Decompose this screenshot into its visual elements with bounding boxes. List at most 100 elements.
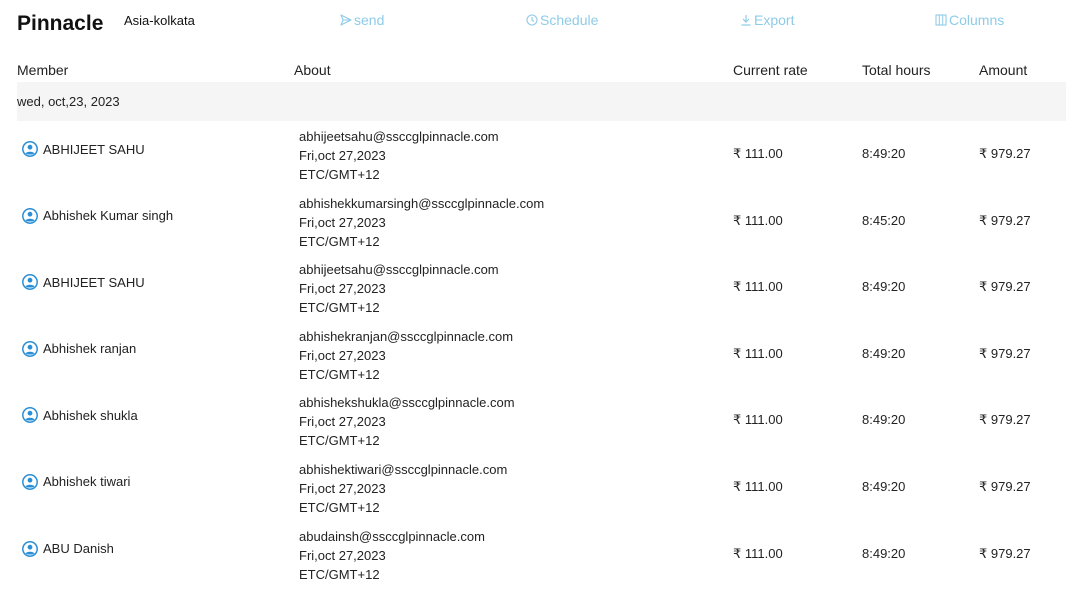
about-cell: abhijeetsahu@ssccglpinnacle.com Fri,oct … <box>299 260 499 317</box>
columns-icon <box>935 14 947 26</box>
brand-title: Pinnacle <box>17 12 104 35</box>
table-row[interactable]: Abhishek ranjan abhishekranjan@ssccglpin… <box>17 322 1066 389</box>
member-cell[interactable]: Abhishek shukla <box>22 407 138 424</box>
member-cell[interactable]: Abhishek ranjan <box>22 340 137 357</box>
member-cell[interactable]: ABU Danish <box>22 540 114 557</box>
total-hours-cell: 8:49:20 <box>862 345 906 361</box>
timezone-label: Asia-kolkata <box>124 13 195 28</box>
current-rate-cell: ₹ 111.00 <box>733 212 783 228</box>
member-email: abhishektiwari@ssccglpinnacle.com <box>299 461 508 477</box>
export-label: Export <box>754 12 795 28</box>
schedule-label: Schedule <box>540 12 599 28</box>
clock-icon <box>526 14 538 26</box>
amount-cell: ₹ 979.27 <box>979 545 1031 561</box>
total-hours-cell: 8:49:20 <box>862 478 906 494</box>
member-date: Fri,oct 27,2023 <box>299 214 386 230</box>
user-avatar-icon <box>22 207 38 224</box>
amount-cell: ₹ 979.27 <box>979 279 1031 295</box>
table-row[interactable]: Abhishek shukla abhishekshukla@ssccglpin… <box>17 388 1066 455</box>
member-date: Fri,oct 27,2023 <box>299 148 386 163</box>
member-email: abhijeetsahu@ssccglpinnacle.com <box>299 262 499 278</box>
member-date: Fri,oct 27,2023 <box>299 414 386 430</box>
member-timezone: ETC/GMT+12 <box>299 366 380 382</box>
member-timezone: ETC/GMT+12 <box>299 300 380 316</box>
amount-cell: ₹ 979.27 <box>979 412 1031 428</box>
member-cell[interactable]: ABHIJEET SAHU <box>22 274 145 291</box>
member-date: Fri,oct 27,2023 <box>299 480 386 496</box>
total-hours-cell: 8:49:20 <box>862 412 906 428</box>
table-row[interactable]: Abhishek Kumar singh abhishekkumarsingh@… <box>17 189 1066 256</box>
member-date: Fri,oct 27,2023 <box>299 547 386 563</box>
group-date: wed, oct,23, 2023 <box>17 94 120 109</box>
about-cell: abhishekshukla@ssccglpinnacle.com Fri,oc… <box>299 393 515 450</box>
columns-button[interactable]: Columns <box>935 12 1004 28</box>
member-name: Abhishek tiwari <box>43 474 131 490</box>
member-name: Abhishek shukla <box>43 407 138 423</box>
member-name: ABHIJEET SAHU <box>43 274 145 290</box>
current-rate-cell: ₹ 111.00 <box>733 545 783 561</box>
user-avatar-icon <box>22 141 38 157</box>
member-timezone: ETC/GMT+12 <box>299 167 380 182</box>
date-group-row: wed, oct,23, 2023 <box>17 82 1066 121</box>
member-cell[interactable]: Abhishek tiwari <box>22 474 130 490</box>
about-cell: abudainsh@ssccglpinnacle.com Fri,oct 27,… <box>299 527 485 584</box>
about-cell: abhishekranjan@ssccglpinnacle.com Fri,oc… <box>299 327 513 384</box>
member-name: ABHIJEET SAHU <box>43 141 145 157</box>
amount-cell: ₹ 979.27 <box>979 212 1031 228</box>
amount-cell: ₹ 979.27 <box>979 345 1031 361</box>
member-email: abhijeetsahu@ssccglpinnacle.com <box>299 129 499 144</box>
user-avatar-icon <box>22 407 38 424</box>
total-hours-cell: 8:49:20 <box>862 545 906 561</box>
schedule-button[interactable]: Schedule <box>526 12 598 28</box>
member-timezone: ETC/GMT+12 <box>299 233 380 249</box>
header-amount[interactable]: Amount <box>979 62 1027 78</box>
member-cell[interactable]: Abhishek Kumar singh <box>22 207 174 224</box>
member-cell[interactable]: ABHIJEET SAHU <box>22 141 145 157</box>
table-row[interactable]: ABU Danish abudainsh@ssccglpinnacle.com … <box>17 522 1066 589</box>
send-button[interactable]: send <box>340 12 384 28</box>
current-rate-cell: ₹ 111.00 <box>733 412 783 428</box>
member-name: ABU Danish <box>43 541 114 557</box>
current-rate-cell: ₹ 111.00 <box>733 279 783 295</box>
table-row[interactable]: ABHIJEET SAHU abhijeetsahu@ssccglpinnacl… <box>17 255 1066 322</box>
table-body: ABHIJEET SAHU abhijeetsahu@ssccglpinnacl… <box>17 122 1066 588</box>
columns-label: Columns <box>949 12 1005 28</box>
send-label: send <box>354 12 385 28</box>
member-email: abhishekshukla@ssccglpinnacle.com <box>299 395 515 411</box>
current-rate-cell: ₹ 111.00 <box>733 146 783 161</box>
amount-cell: ₹ 979.27 <box>979 478 1031 494</box>
table-header: Member About Current rate Total hours Am… <box>17 62 1066 82</box>
member-email: abudainsh@ssccglpinnacle.com <box>299 528 485 544</box>
member-timezone: ETC/GMT+12 <box>299 433 380 449</box>
current-rate-cell: ₹ 111.00 <box>733 345 783 361</box>
member-date: Fri,oct 27,2023 <box>299 281 386 297</box>
table-row[interactable]: ABHIJEET SAHU abhijeetsahu@ssccglpinnacl… <box>17 122 1066 189</box>
header-total-hours[interactable]: Total hours <box>862 62 930 78</box>
member-date: Fri,oct 27,2023 <box>299 347 386 363</box>
member-email: abhishekkumarsingh@ssccglpinnacle.com <box>299 195 545 211</box>
export-button[interactable]: Export <box>740 12 794 28</box>
member-timezone: ETC/GMT+12 <box>299 499 380 515</box>
amount-cell: ₹ 979.27 <box>979 146 1031 161</box>
header-current-rate[interactable]: Current rate <box>733 62 808 78</box>
member-timezone: ETC/GMT+12 <box>299 566 380 582</box>
member-email: abhishekranjan@ssccglpinnacle.com <box>299 328 514 344</box>
member-name: Abhishek ranjan <box>43 341 137 357</box>
total-hours-cell: 8:45:20 <box>862 212 906 228</box>
header-about[interactable]: About <box>294 62 331 78</box>
send-icon <box>340 14 352 26</box>
user-avatar-icon <box>22 340 38 357</box>
total-hours-cell: 8:49:20 <box>862 279 906 295</box>
about-cell: abhishektiwari@ssccglpinnacle.com Fri,oc… <box>299 460 507 517</box>
header-member[interactable]: Member <box>17 62 68 78</box>
current-rate-cell: ₹ 111.00 <box>733 478 783 494</box>
user-avatar-icon <box>22 474 38 490</box>
top-bar: Pinnacle Asia-kolkata send Schedule Expo… <box>0 0 1078 60</box>
user-avatar-icon <box>22 274 38 291</box>
about-cell: abhishekkumarsingh@ssccglpinnacle.com Fr… <box>299 194 544 251</box>
member-name: Abhishek Kumar singh <box>43 208 174 224</box>
user-avatar-icon <box>22 540 38 557</box>
table-row[interactable]: Abhishek tiwari abhishektiwari@ssccglpin… <box>17 455 1066 522</box>
total-hours-cell: 8:49:20 <box>862 146 906 161</box>
download-icon <box>741 15 751 26</box>
